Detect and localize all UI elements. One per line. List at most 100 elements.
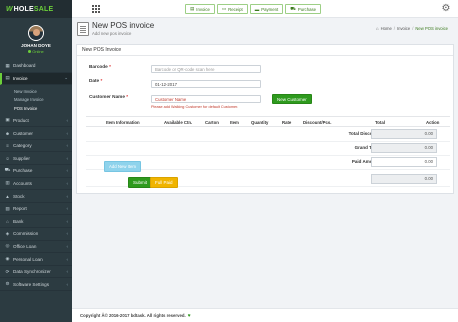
top-bar: ▤ Invoice ▭ Receipt ▬ Payment ⛟ Purchase ⚙ [72, 0, 458, 18]
customer-name-label: Customer Name * [89, 94, 129, 99]
date-input[interactable]: 01-12-2017 [151, 80, 261, 88]
avatar [28, 24, 44, 41]
user-status: Online [28, 49, 44, 54]
brand-suffix: SALE [33, 5, 54, 13]
total-discount-field: 0.00 [371, 129, 437, 139]
panel-title: New POS Invoice [77, 45, 453, 56]
report-icon: ▧ [5, 205, 10, 211]
chevron-left-icon: ‹ [66, 281, 69, 287]
invoice-submenu: New Invoice Manage Invoice POS Invoice [0, 85, 72, 115]
settings-gear-icon[interactable]: ⚙ [440, 3, 452, 15]
col-action: Action [426, 120, 440, 125]
sidebar-item-accounts[interactable]: ▥ Accounts ‹ [0, 178, 72, 191]
due-field: 0.00 [371, 174, 437, 184]
sidebar-item-product[interactable]: ▣ Product ‹ [0, 115, 72, 128]
sidebar-item-commission[interactable]: ◈ Commission ‹ [0, 228, 72, 241]
chevron-left-icon: ‹ [66, 218, 69, 224]
brand-prefix: HOLE [13, 5, 34, 13]
sidebar-menu: ▦ Dashboard ▤ Invoice ⌄ New Invoice Manage … [0, 60, 72, 291]
barcode-input[interactable]: Barcode or QR-code scan here [151, 65, 261, 73]
date-label: Date * [89, 78, 103, 83]
sidebar-item-office-loan[interactable]: ◎ Office Loan ‹ [0, 241, 72, 254]
customer-hint: Please add Walking Customer for default … [151, 105, 239, 109]
sidebar-item-dashboard[interactable]: ▦ Dashboard [0, 60, 72, 73]
sidebar-item-data-synchronizer[interactable]: ⟳ Data Synchronizer ‹ [0, 266, 72, 279]
footer: Copyright Â© 2016-2017 bdtask. All right… [72, 308, 458, 322]
page-subtitle: Add new pos invoice [92, 31, 132, 36]
settings-icon: ⚙ [5, 281, 10, 287]
customer-icon: ☻ [5, 130, 10, 136]
paid-amount-input[interactable]: 0.00 [371, 157, 437, 167]
add-new-item-button[interactable]: Add New Item [104, 161, 141, 172]
sidebar-item-software-settings[interactable]: ⚙ Software Settings ‹ [0, 278, 72, 291]
col-total: Total [375, 120, 385, 125]
quick-purchase-button[interactable]: ⛟ Purchase [285, 4, 322, 14]
accounts-icon: ▥ [5, 180, 10, 186]
supplier-icon: ☺ [5, 155, 10, 161]
personal-loan-icon: ◉ [5, 256, 10, 262]
receipt-icon: ▭ [221, 6, 227, 11]
stock-icon: ▲ [5, 193, 10, 199]
submenu-new-invoice[interactable]: New Invoice [14, 87, 72, 96]
col-discount: Discount/Pcs. [303, 120, 332, 125]
sidebar-item-bank[interactable]: ⌂ Bank ‹ [0, 215, 72, 229]
commission-icon: ◈ [5, 230, 10, 236]
copyright-text: Copyright Â© 2016-2017 bdtask. All right… [80, 313, 186, 318]
user-panel: JOHAN DOYE Online [0, 18, 72, 60]
new-customer-button[interactable]: New Customer [272, 94, 312, 104]
barcode-label: Barcode * [89, 64, 111, 69]
category-icon: ≡ [6, 143, 9, 149]
sidebar-item-report[interactable]: ▧ Report ‹ [0, 203, 72, 216]
office-loan-icon: ◎ [5, 243, 10, 249]
submenu-manage-invoice[interactable]: Manage Invoice [14, 96, 72, 105]
customer-name-input[interactable]: Customer Name [151, 95, 261, 103]
bank-icon: ⌂ [6, 218, 9, 224]
chevron-left-icon: ‹ [66, 206, 69, 212]
col-carton: Carton [205, 120, 219, 125]
chevron-left-icon: ‹ [66, 269, 69, 275]
breadcrumb-current: New POS invoice [415, 26, 448, 31]
col-item-information: Item Information [106, 120, 140, 125]
submenu-pos-invoice[interactable]: POS Invoice [14, 104, 72, 113]
heart-icon: ♥ [187, 312, 191, 319]
grand-total-row: Grand Total: 0.00 [86, 142, 450, 156]
breadcrumb-invoice[interactable]: Invoice [397, 26, 410, 31]
payment-icon: ▬ [254, 6, 260, 12]
pos-invoice-panel: New POS Invoice Barcode * Barcode or QR-… [76, 44, 454, 194]
user-name: JOHAN DOYE [21, 42, 51, 48]
dashboard-icon: ▦ [5, 62, 10, 68]
breadcrumb: ⌂ Home / Invoice / New POS invoice [375, 26, 448, 31]
sidebar-item-category[interactable]: ≡ Category ‹ [0, 140, 72, 153]
quick-action-buttons: ▤ Invoice ▭ Receipt ▬ Payment ⛟ Purchase [185, 4, 322, 14]
brand-logo[interactable]: W HOLESALE [0, 0, 72, 18]
col-item: Item [230, 120, 239, 125]
sidebar-item-purchase[interactable]: ⛟ Purchase ‹ [0, 165, 72, 178]
invoice-icon: ▤ [5, 75, 10, 81]
purchase-icon: ⛟ [4, 167, 11, 173]
chevron-left-icon: ‹ [66, 180, 69, 186]
quick-invoice-button[interactable]: ▤ Invoice [185, 4, 215, 14]
document-icon [77, 22, 89, 36]
quick-payment-button[interactable]: ▬ Payment [249, 4, 284, 14]
chevron-left-icon: ‹ [66, 117, 69, 123]
purchase-icon: ⛟ [290, 5, 296, 11]
full-paid-button[interactable]: Full Paid [150, 177, 178, 188]
sidebar-item-customer[interactable]: ☻ Customer ‹ [0, 127, 72, 140]
col-quantity: Quantity [251, 120, 269, 125]
product-icon: ▣ [5, 117, 10, 123]
content-header: New POS invoice Add new pos invoice ⌂ Ho… [72, 18, 458, 40]
sidebar-item-stock[interactable]: ▲ Stock ‹ [0, 190, 72, 203]
sidebar-item-invoice[interactable]: ▤ Invoice ⌄ [0, 72, 72, 86]
sidebar-item-personal-loan[interactable]: ◉ Personal Loan ‹ [0, 253, 72, 266]
sidebar: W HOLESALE JOHAN DOYE Online ▦ Dashboard … [0, 0, 72, 322]
col-available-ctn: Available Ctn. [164, 120, 193, 125]
quick-receipt-button[interactable]: ▭ Receipt [216, 4, 248, 14]
grand-total-field: 0.00 [371, 143, 437, 153]
page-title: New POS invoice [92, 21, 155, 30]
items-table-header: Item Information Available Ctn. Carton I… [86, 116, 450, 127]
submit-button[interactable]: Submit [128, 177, 153, 188]
menu-toggle-grid-icon[interactable] [92, 5, 100, 13]
breadcrumb-home[interactable]: Home [381, 26, 392, 31]
sidebar-item-supplier[interactable]: ☺ Supplier ‹ [0, 152, 72, 166]
chevron-left-icon: ‹ [66, 231, 69, 237]
